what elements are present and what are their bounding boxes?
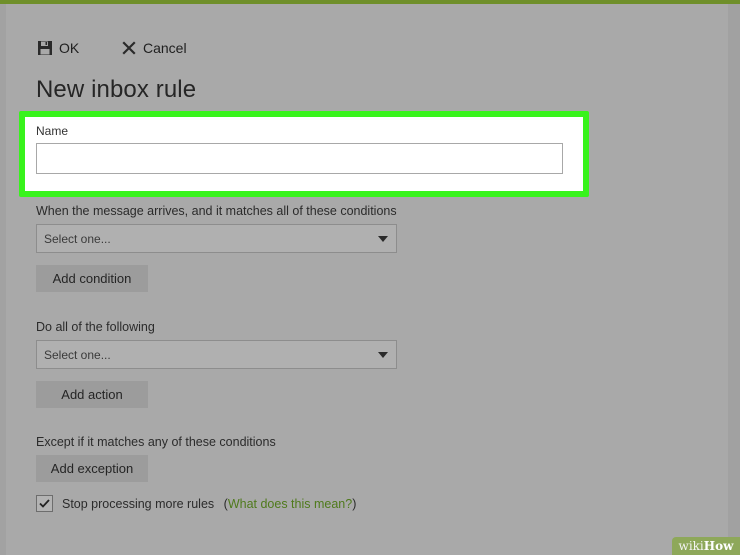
top-accent-bar: [0, 0, 740, 4]
watermark-part2: How: [703, 539, 734, 553]
page-title: New inbox rule: [36, 76, 197, 103]
cancel-label: Cancel: [143, 40, 187, 56]
wikihow-watermark: wiki How: [672, 537, 740, 555]
name-input[interactable]: [36, 143, 563, 174]
ok-label: OK: [59, 40, 80, 56]
stop-processing-checkbox[interactable]: [36, 495, 53, 512]
add-action-button[interactable]: Add action: [36, 381, 148, 408]
add-exception-button[interactable]: Add exception: [36, 455, 148, 482]
chevron-down-icon: [378, 352, 388, 358]
stop-processing-text: Stop processing more rules: [62, 497, 215, 511]
right-panel-edge: [728, 4, 740, 555]
save-icon: [37, 40, 53, 56]
ok-button[interactable]: OK: [37, 38, 79, 58]
condition-select[interactable]: Select one...: [36, 224, 397, 253]
left-panel-edge: [0, 4, 6, 555]
exceptions-label: Except if it matches any of these condit…: [36, 435, 276, 449]
add-condition-button[interactable]: Add condition: [36, 265, 148, 292]
cancel-button[interactable]: Cancel: [121, 38, 187, 58]
chevron-down-icon: [378, 236, 388, 242]
close-icon: [121, 40, 137, 56]
actions-label: Do all of the following: [36, 320, 155, 334]
condition-select-value: Select one...: [44, 231, 111, 246]
conditions-label: When the message arrives, and it matches…: [36, 204, 397, 218]
name-label: Name: [36, 124, 69, 138]
watermark-part1: wiki: [678, 539, 704, 553]
checkmark-icon: [39, 499, 50, 508]
stop-processing-label: Stop processing more rules (What does th…: [62, 497, 356, 511]
close-paren: ): [352, 497, 357, 511]
what-does-this-mean-link[interactable]: What does this mean?: [228, 497, 352, 511]
action-select-value: Select one...: [44, 347, 111, 362]
action-select[interactable]: Select one...: [36, 340, 397, 369]
